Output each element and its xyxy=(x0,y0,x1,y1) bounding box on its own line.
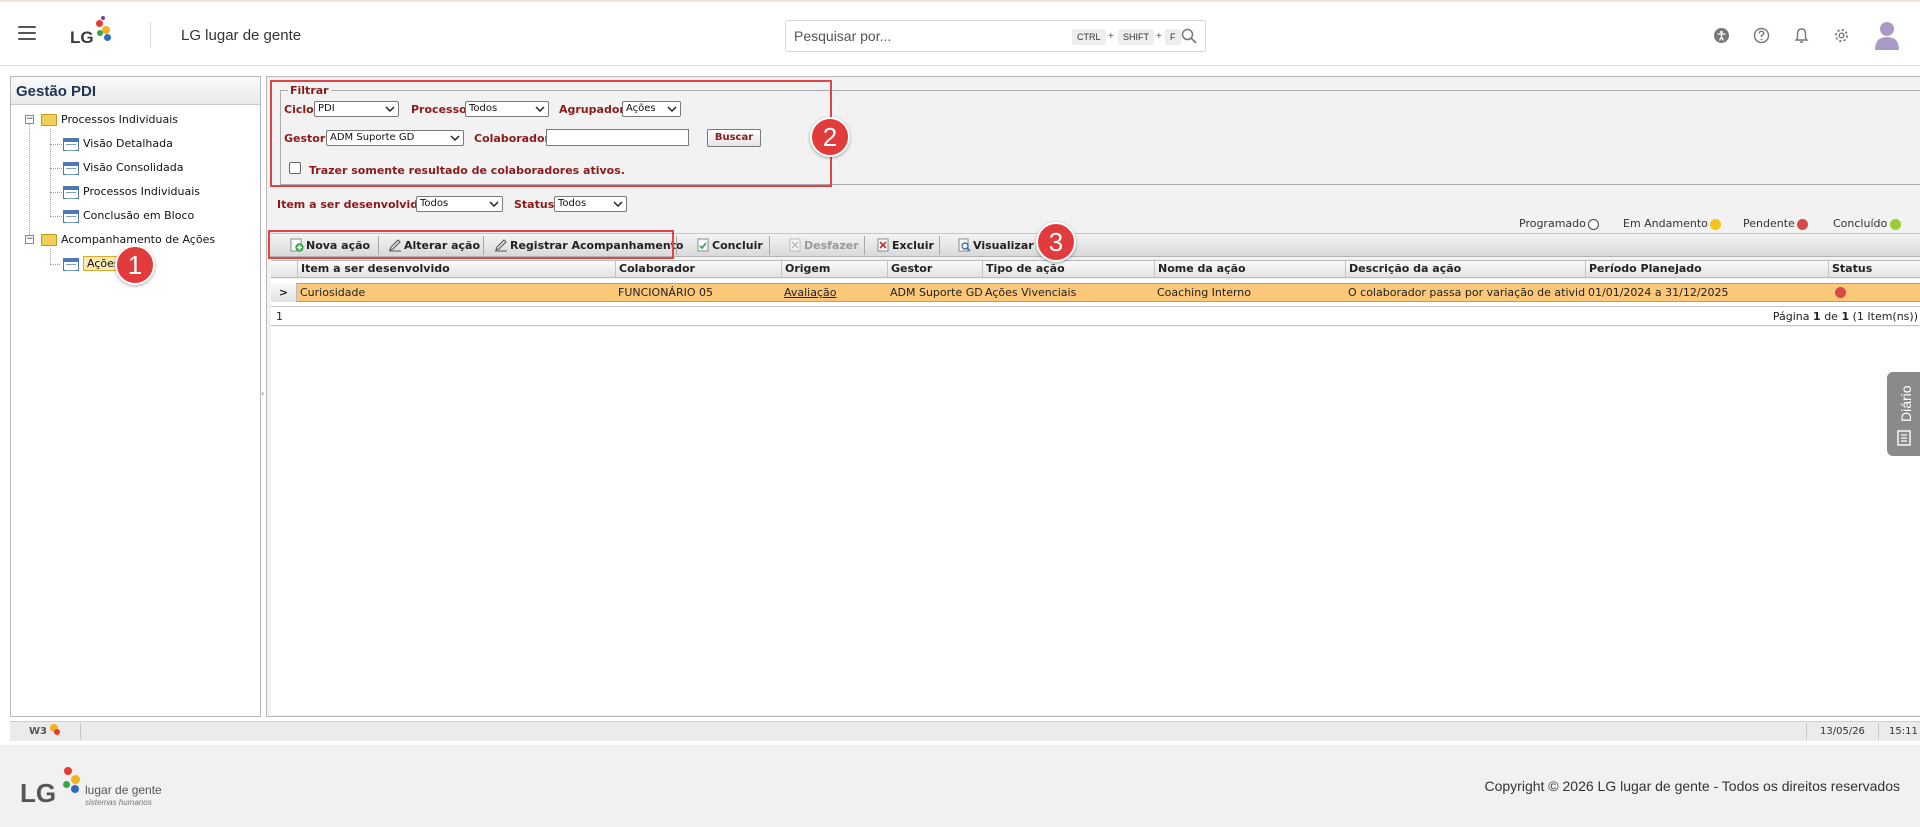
pagination-info: Página 1 de 1 (1 Item(ns)) xyxy=(1772,310,1918,323)
search-input[interactable] xyxy=(794,26,1054,46)
concluir-button[interactable]: Concluir xyxy=(696,236,763,256)
cell-tipo-acao: Ações Vivenciais xyxy=(985,286,1077,299)
callout-box-filter xyxy=(270,80,832,187)
column-header-origem[interactable]: Origem xyxy=(781,261,887,277)
check-document-icon xyxy=(697,238,709,252)
desfazer-button[interactable]: Desfazer xyxy=(788,236,859,256)
shortcut-plus: + xyxy=(1156,31,1162,42)
menu-icon[interactable] xyxy=(18,26,36,40)
undo-icon xyxy=(789,238,801,252)
excluir-button[interactable]: Excluir xyxy=(876,236,934,256)
column-header-item[interactable]: Item a ser desenvolvido xyxy=(297,261,615,277)
shortcut-plus: + xyxy=(1108,31,1114,42)
item-desenvolvido-label: Item a ser desenvolvido xyxy=(277,198,426,211)
sidebar-item-processos-individuais-folder[interactable]: Processos Individuais xyxy=(41,111,178,129)
column-header-gestor[interactable]: Gestor xyxy=(887,261,982,277)
diario-side-tab[interactable]: Diário xyxy=(1887,372,1920,456)
shortcut-key-f: F xyxy=(1165,29,1181,45)
delete-icon xyxy=(877,238,889,252)
w3-logo: W3 xyxy=(29,726,47,737)
cell-origem-link[interactable]: Avaliação xyxy=(781,285,887,301)
sidebar-item-conclusao-em-bloco[interactable]: Conclusão em Bloco xyxy=(63,207,194,225)
collapse-arrow-icon[interactable]: ‹ xyxy=(261,389,264,398)
page-icon xyxy=(63,257,79,271)
grid-footer: 1 Página 1 de 1 (1 Item(ns)) xyxy=(271,306,1920,326)
page-icon xyxy=(63,185,79,199)
status-label: Status xyxy=(514,198,555,211)
chevron-down-icon xyxy=(489,201,499,208)
callout-badge-2: 2 xyxy=(810,117,850,157)
avatar[interactable] xyxy=(1874,20,1900,50)
diario-label: Diário xyxy=(1898,385,1914,422)
page-number[interactable]: 1 xyxy=(276,308,283,326)
folder-icon xyxy=(41,114,57,126)
page-icon xyxy=(63,161,79,175)
app-title: LG lugar de gente xyxy=(181,27,302,44)
column-header-status[interactable]: Status xyxy=(1828,261,1920,277)
page-icon xyxy=(63,137,79,151)
grid-empty-area xyxy=(271,327,1920,715)
top-bar: LG LG lugar de gente CTRL + SHIFT + F xyxy=(0,0,1920,66)
callout-box-toolbar xyxy=(268,230,674,259)
sidebar-title: Gestão PDI xyxy=(11,77,260,105)
view-document-icon xyxy=(958,238,971,252)
column-header-colaborador[interactable]: Colaborador xyxy=(615,261,781,277)
bell-icon[interactable] xyxy=(1793,27,1810,44)
status-date: 13/05/26 xyxy=(1820,726,1865,737)
status-bar xyxy=(10,721,1920,741)
help-icon[interactable] xyxy=(1753,27,1770,44)
shortcut-key-ctrl: CTRL xyxy=(1072,29,1106,45)
status-dot-em-andamento xyxy=(1710,219,1721,230)
status-dot-concluido xyxy=(1890,219,1901,230)
footer-brand-line2: sistemas humanos xyxy=(85,798,152,807)
legend-programado: Programado xyxy=(1519,217,1586,230)
folder-icon xyxy=(41,234,57,246)
search-icon[interactable] xyxy=(1181,28,1197,44)
status-dot-pendente xyxy=(1797,219,1808,230)
legend-concluido: Concluído xyxy=(1833,217,1888,230)
accessibility-icon[interactable] xyxy=(1713,27,1730,44)
footer-copyright: Copyright © 2026 LG lugar de gente - Tod… xyxy=(1484,778,1900,794)
page-icon xyxy=(63,209,79,223)
row-indicator[interactable]: > xyxy=(271,283,297,302)
sidebar-item-visao-consolidada[interactable]: Visão Consolidada xyxy=(63,159,183,177)
visualizar-button[interactable]: Visualizar xyxy=(957,236,1034,256)
column-header-tipo-acao[interactable]: Tipo de ação xyxy=(982,261,1154,277)
column-header-nome-acao[interactable]: Nome da ação xyxy=(1154,261,1345,277)
status-time: 15:11 xyxy=(1889,726,1918,737)
cell-gestor: ADM Suporte GD xyxy=(890,286,982,299)
legend-em-andamento: Em Andamento xyxy=(1623,217,1708,230)
footer-logo: LG xyxy=(20,778,57,808)
status-select[interactable]: Todos xyxy=(554,196,627,212)
sidebar-item-visao-detalhada[interactable]: Visão Detalhada xyxy=(63,135,173,153)
cell-periodo: 01/01/2024 a 31/12/2025 xyxy=(1588,286,1729,299)
chevron-down-icon xyxy=(613,201,623,208)
item-desenvolvido-select[interactable]: Todos xyxy=(416,196,503,212)
column-header-descricao[interactable]: Descrição da ação xyxy=(1345,261,1585,277)
footer-brand-line1: lugar de gente xyxy=(85,783,162,797)
lg-logo[interactable]: LG xyxy=(70,16,120,56)
collapse-toggle-icon[interactable]: − xyxy=(25,115,34,124)
cell-colaborador: FUNCIONÁRIO 05 xyxy=(618,286,713,299)
column-header-periodo[interactable]: Período Planejado xyxy=(1585,261,1828,277)
callout-badge-3: 3 xyxy=(1036,222,1076,262)
gear-icon[interactable] xyxy=(1833,27,1850,44)
callout-badge-1: 1 xyxy=(115,245,155,285)
journal-icon xyxy=(1897,430,1911,446)
cell-item: Curiosidade xyxy=(300,286,366,299)
sidebar-item-processos-individuais[interactable]: Processos Individuais xyxy=(63,183,200,201)
legend-pendente: Pendente xyxy=(1743,217,1795,230)
shortcut-key-shift: SHIFT xyxy=(1118,29,1154,45)
cell-nome-acao: Coaching Interno xyxy=(1157,286,1252,299)
search-box[interactable]: CTRL + SHIFT + F xyxy=(785,20,1206,52)
status-dot-programado xyxy=(1588,219,1599,230)
collapse-toggle-icon[interactable]: − xyxy=(25,235,34,244)
status-dot-pendente xyxy=(1835,287,1846,298)
cell-descricao: O colaborador passa por variação de ativ… xyxy=(1348,286,1585,299)
